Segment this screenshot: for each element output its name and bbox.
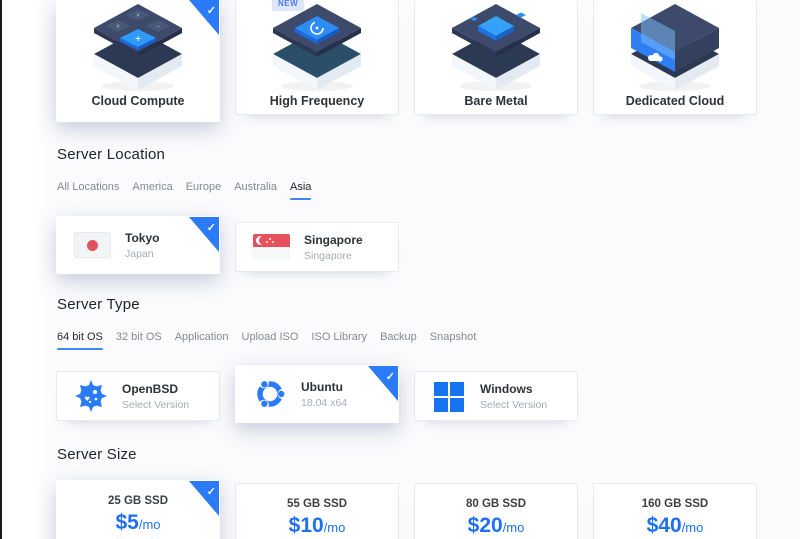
tab-32-bit-os[interactable]: 32 bit OS xyxy=(116,331,162,356)
svg-text:−: − xyxy=(156,24,160,31)
cloud-compute-illustration: × × − + xyxy=(56,0,220,92)
dedicated-cloud-illustration xyxy=(593,0,757,92)
plan-card-cloud-compute[interactable]: ✓ × × − + Cloud Compute xyxy=(56,0,220,122)
new-badge: NEW xyxy=(272,0,304,11)
tab-america[interactable]: America xyxy=(132,181,172,206)
plan-card-bare-metal[interactable]: Bare Metal xyxy=(414,0,578,115)
check-icon: ✓ xyxy=(207,4,216,17)
server-type-tabs: 64 bit OS 32 bit OS Application Upload I… xyxy=(57,331,476,356)
svg-text:×: × xyxy=(116,24,120,31)
price-amount: $5 xyxy=(115,511,138,534)
deploy-page: ✓ × × − + Cloud Compute xyxy=(0,0,800,539)
tab-upload-iso[interactable]: Upload ISO xyxy=(242,331,299,356)
os-card-row: OpenBSD Select Version ✓ Ubuntu 18.04 x6… xyxy=(56,371,758,429)
tab-snapshot[interactable]: Snapshot xyxy=(430,331,476,356)
svg-text:+: + xyxy=(135,34,140,44)
tab-australia[interactable]: Australia xyxy=(234,181,277,206)
size-card-row: ✓ 25 GB SSD $5/mo ($0.007/h) 55 GB SSD $… xyxy=(56,483,758,539)
storage-label: 25 GB SSD xyxy=(57,495,219,507)
plan-label: High Frequency xyxy=(270,94,364,108)
location-card-row: ✓ Tokyo Japan Singapore Singapore xyxy=(56,222,758,280)
check-icon: ✓ xyxy=(207,485,216,498)
os-card-openbsd[interactable]: OpenBSD Select Version xyxy=(56,371,220,421)
japan-flag xyxy=(74,232,111,258)
location-country: Japan xyxy=(125,248,159,260)
price-period: /mo xyxy=(682,520,704,535)
os-card-windows[interactable]: Windows Select Version xyxy=(414,371,578,421)
tab-64-bit-os[interactable]: 64 bit OS xyxy=(57,331,103,356)
plan-label: Bare Metal xyxy=(464,94,527,108)
windows-icon xyxy=(432,379,466,413)
price: $20/mo xyxy=(415,514,577,538)
location-tabs: All Locations America Europe Australia A… xyxy=(57,181,311,206)
screen-left-edge xyxy=(0,0,2,539)
server-type-title: Server Type xyxy=(57,296,140,313)
server-plan-row: ✓ × × − + Cloud Compute xyxy=(56,0,758,122)
tab-europe[interactable]: Europe xyxy=(186,181,221,206)
singapore-flag xyxy=(253,234,290,260)
selected-check-badge: ✓ xyxy=(368,366,398,401)
price-period: /mo xyxy=(324,520,346,535)
size-card-160gb[interactable]: 160 GB SSD $40/mo ($0.060/h) xyxy=(593,483,757,539)
os-version: Select Version xyxy=(122,399,189,411)
high-frequency-illustration xyxy=(235,0,399,92)
os-version: Select Version xyxy=(480,399,547,411)
storage-label: 160 GB SSD xyxy=(594,498,756,510)
tab-application[interactable]: Application xyxy=(175,331,229,356)
tab-all-locations[interactable]: All Locations xyxy=(57,181,119,206)
ubuntu-icon xyxy=(253,377,287,411)
price: $40/mo xyxy=(594,514,756,538)
check-icon: ✓ xyxy=(386,370,395,383)
storage-label: 55 GB SSD xyxy=(236,498,398,510)
size-card-25gb[interactable]: ✓ 25 GB SSD $5/mo ($0.007/h) xyxy=(56,480,220,539)
os-name: Windows xyxy=(480,382,547,396)
server-size-title: Server Size xyxy=(57,446,137,463)
location-card-tokyo[interactable]: ✓ Tokyo Japan xyxy=(56,216,220,274)
os-version: 18.04 x64 xyxy=(301,397,347,409)
tab-asia[interactable]: Asia xyxy=(290,181,311,206)
bare-metal-illustration xyxy=(414,0,578,92)
price-amount: $10 xyxy=(289,514,324,537)
openbsd-icon xyxy=(74,379,108,413)
os-card-ubuntu[interactable]: ✓ Ubuntu 18.04 x64 xyxy=(235,365,399,423)
price-amount: $40 xyxy=(647,514,682,537)
plan-card-high-frequency[interactable]: NEW High Frequency xyxy=(235,0,399,115)
price: $5/mo xyxy=(57,511,219,535)
check-icon: ✓ xyxy=(207,221,216,234)
price-period: /mo xyxy=(139,517,161,532)
location-city: Singapore xyxy=(304,233,363,247)
price: $10/mo xyxy=(236,514,398,538)
price-period: /mo xyxy=(503,520,525,535)
selected-check-badge: ✓ xyxy=(189,217,219,252)
plan-label: Cloud Compute xyxy=(91,94,184,108)
tab-backup[interactable]: Backup xyxy=(380,331,417,356)
server-location-title: Server Location xyxy=(57,146,165,163)
svg-text:×: × xyxy=(136,13,140,20)
os-name: OpenBSD xyxy=(122,382,189,396)
price-amount: $20 xyxy=(468,514,503,537)
size-card-55gb[interactable]: 55 GB SSD $10/mo ($0.015/h) xyxy=(235,483,399,539)
os-name: Ubuntu xyxy=(301,380,347,394)
storage-label: 80 GB SSD xyxy=(415,498,577,510)
plan-label: Dedicated Cloud xyxy=(626,94,725,108)
location-card-singapore[interactable]: Singapore Singapore xyxy=(235,222,399,272)
size-card-80gb[interactable]: 80 GB SSD $20/mo ($0.030/h) xyxy=(414,483,578,539)
location-city: Tokyo xyxy=(125,231,159,245)
tab-iso-library[interactable]: ISO Library xyxy=(311,331,367,356)
location-country: Singapore xyxy=(304,250,363,262)
plan-card-dedicated-cloud[interactable]: Dedicated Cloud xyxy=(593,0,757,115)
